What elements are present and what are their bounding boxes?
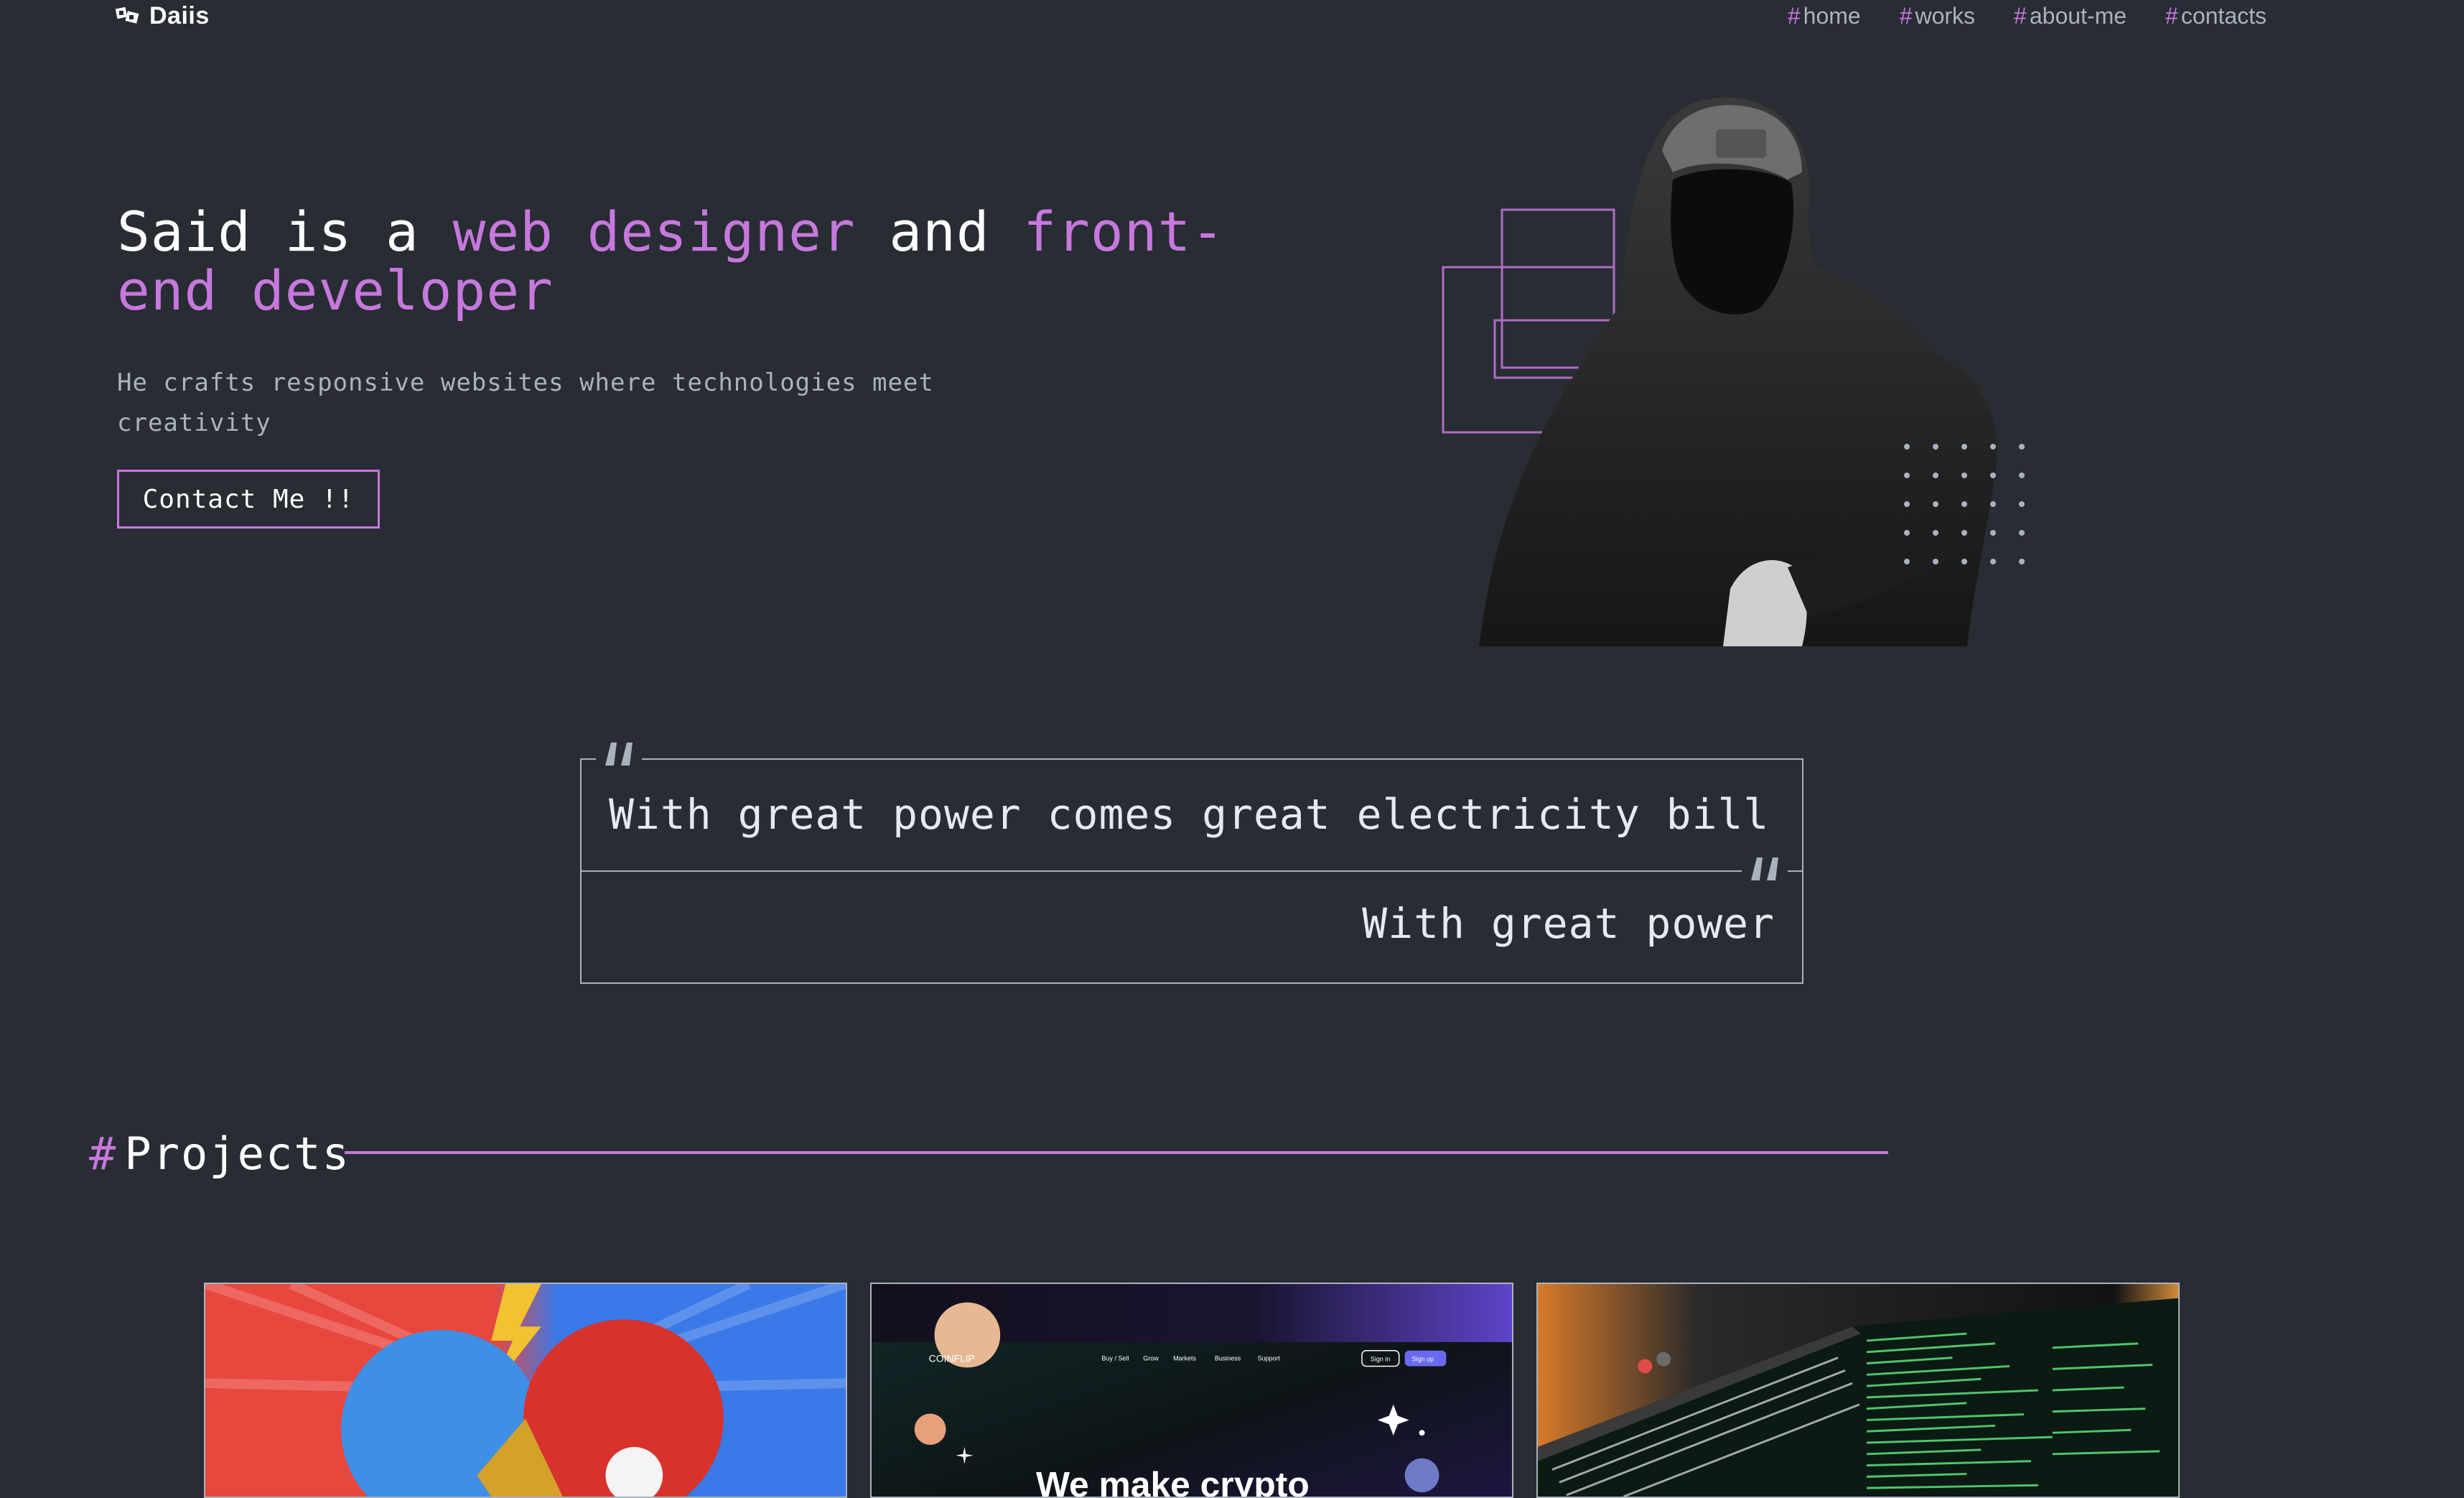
nav-works[interactable]: # works: [1900, 3, 1975, 29]
nav-about-me[interactable]: # about-me: [2014, 3, 2127, 29]
ping-pong-thumbnail: [205, 1284, 846, 1497]
nav-hash: #: [2014, 2, 2027, 29]
section-hash: #: [89, 1127, 118, 1180]
quote-author: With great power: [1362, 899, 1775, 948]
hero-title-text: and: [855, 200, 1024, 264]
coinflip-brand: COINFLIP: [929, 1353, 975, 1364]
coinflip-sign-up: Sign up: [1412, 1356, 1434, 1363]
main-nav: # home # works # about-me # contacts: [1788, 0, 2267, 32]
coinflip-thumbnail: COINFLIP Buy / Sell Grow Markets Busines…: [872, 1284, 1512, 1497]
quote-open-icon: [596, 737, 642, 771]
projects-heading: # Projects: [89, 1125, 350, 1182]
nav-hash: #: [2165, 2, 2178, 29]
project-card-terminal[interactable]: [1536, 1283, 2180, 1498]
coinflip-nav-item: Grow: [1143, 1355, 1159, 1362]
quote-block: With great power comes great electricity…: [580, 737, 1803, 984]
terminal-thumbnail: [1538, 1284, 2178, 1497]
nav-contacts[interactable]: # contacts: [2165, 3, 2267, 29]
coinflip-headline: We make crypto: [1036, 1464, 1310, 1497]
hero-title-accent: web designer: [452, 200, 856, 264]
quote-close-icon: [1742, 852, 1788, 886]
project-card-coinflip[interactable]: COINFLIP Buy / Sell Grow Markets Busines…: [870, 1283, 1513, 1498]
projects-title: Projects: [124, 1127, 350, 1180]
logo-text: Daiis: [149, 1, 210, 29]
contact-me-button[interactable]: Contact Me !!: [117, 470, 380, 529]
nav-label: home: [1803, 2, 1861, 29]
hero-title-text: Said is a: [117, 200, 453, 264]
hero-portrait: [1386, 93, 2075, 646]
logo-icon: [115, 6, 139, 24]
logo[interactable]: Daiis: [115, 1, 210, 30]
nav-label: contacts: [2180, 2, 2267, 29]
nav-hash: #: [1787, 2, 1801, 29]
hero-title: Said is a web designer and front-end dev…: [117, 203, 1237, 320]
projects-divider: [345, 1151, 1888, 1154]
nav-hash: #: [1899, 2, 1913, 29]
nav-home[interactable]: # home: [1788, 3, 1861, 29]
coinflip-nav-item: Business: [1215, 1355, 1241, 1362]
nav-label: works: [1915, 2, 1976, 29]
coinflip-nav-item: Support: [1258, 1355, 1281, 1362]
hero-subtitle: He crafts responsive websites where tech…: [117, 368, 934, 437]
coinflip-sign-in: Sign in: [1371, 1356, 1390, 1363]
quote-text: With great power comes great electricity…: [609, 790, 1770, 839]
project-card-ping-pong[interactable]: [204, 1283, 847, 1498]
coinflip-nav-item: Buy / Sell: [1102, 1355, 1129, 1362]
coinflip-nav-item: Markets: [1173, 1355, 1196, 1362]
nav-label: about-me: [2029, 2, 2127, 29]
site-header: Daiis # home # works # about-me # contac…: [0, 0, 2464, 36]
hero-portrait-illustration: [1442, 97, 2025, 646]
